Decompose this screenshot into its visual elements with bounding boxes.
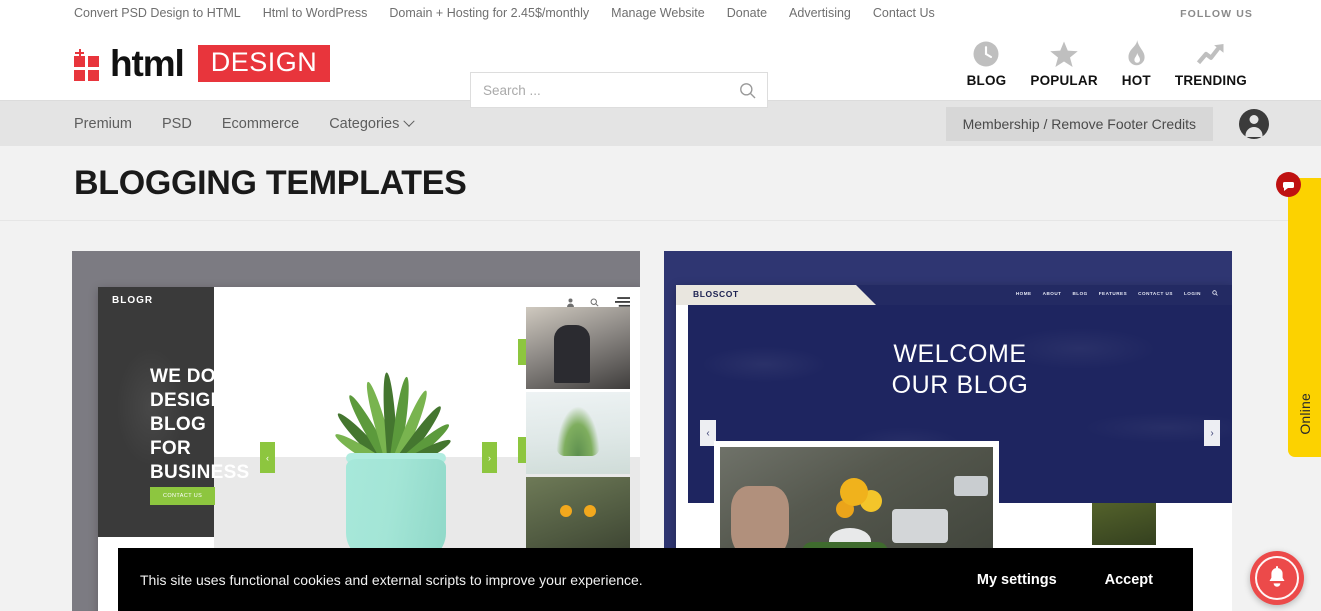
blogr-plant-photo	[322, 305, 470, 567]
top-links-group: Convert PSD Design to HTML Html to WordP…	[74, 0, 935, 27]
header-nav-trending-label: TRENDING	[1174, 73, 1247, 88]
nav-items-group: Premium PSD Ecommerce Categories	[74, 115, 415, 132]
top-link-domain-hosting[interactable]: Domain + Hosting for 2.45$/monthly	[389, 0, 589, 27]
top-link-contact-us[interactable]: Contact Us	[873, 0, 935, 27]
blogr-thumb-aloe-plant	[526, 392, 630, 474]
bloscot-nav-blog: BLOG	[1072, 290, 1088, 296]
bell-icon	[1255, 556, 1299, 600]
bloscot-next-arrow: ›	[1204, 420, 1220, 446]
header-nav-blog[interactable]: BLOG	[967, 39, 1007, 88]
bloscot-hero-line1: WELCOME	[893, 340, 1027, 368]
site-logo[interactable]: html DESIGN	[74, 43, 331, 84]
bloscot-hero-title: WELCOME OUR BLOG	[688, 339, 1232, 401]
logo-text: html	[110, 43, 185, 84]
bloscot-nav-about: ABOUT	[1042, 290, 1062, 296]
nav-item-ecommerce-label: Ecommerce	[221, 115, 300, 132]
top-link-advertising[interactable]: Advertising	[789, 0, 851, 27]
header-nav-hot-label: HOT	[1121, 73, 1151, 88]
blogr-brand-label: BLOGR	[112, 295, 154, 306]
bloscot-nav-features: FEATURES	[1098, 290, 1128, 296]
site-header: html DESIGN BLOG	[0, 27, 1321, 108]
search-box[interactable]	[470, 72, 768, 108]
blogr-hero-title: WE DO DESIGN BLOG FOR BUSINESS	[150, 366, 250, 483]
bloscot-brand-label: BLOSCOT	[693, 289, 739, 299]
nav-right-group: Membership / Remove Footer Credits	[945, 106, 1307, 141]
chevron-down-icon	[403, 115, 415, 127]
top-link-donate[interactable]: Donate	[727, 0, 767, 27]
cookie-actions: My settings Accept	[977, 572, 1153, 588]
membership-button[interactable]: Membership / Remove Footer Credits	[945, 106, 1213, 141]
bloscot-nav-home: HOME	[1015, 290, 1032, 296]
minimize-chat-icon[interactable]	[1276, 172, 1301, 197]
blogr-thumb-woman-chair	[526, 307, 630, 389]
top-link-convert-psd[interactable]: Convert PSD Design to HTML	[74, 0, 241, 27]
notification-bell-button[interactable]	[1250, 551, 1304, 605]
top-link-manage-website[interactable]: Manage Website	[611, 0, 705, 27]
nav-item-categories[interactable]: Categories	[329, 115, 415, 132]
star-icon	[1049, 39, 1079, 69]
search-icon	[739, 82, 755, 98]
bloscot-nav-links: HOME ABOUT BLOG FEATURES CONTACT US LOGI…	[1016, 290, 1218, 296]
chat-online-tab[interactable]: Online	[1288, 178, 1321, 457]
header-nav-hot[interactable]: HOT	[1122, 39, 1151, 88]
flame-icon	[1123, 39, 1149, 69]
bloscot-nav-contact-us: CONTACT US	[1138, 290, 1173, 296]
nav-item-ecommerce[interactable]: Ecommerce	[222, 116, 299, 132]
search-submit-button[interactable]	[727, 73, 767, 107]
blogr-next-arrow: ›	[482, 442, 497, 473]
nav-item-psd-label: PSD	[162, 115, 192, 132]
search-input[interactable]	[471, 73, 727, 107]
blogr-header-icons	[567, 297, 630, 307]
bloscot-nav-login: LOGIN	[1183, 290, 1201, 296]
nav-item-premium-label: Premium	[74, 115, 133, 132]
search-icon	[590, 298, 599, 307]
follow-us-label: FOLLOW US	[1180, 7, 1253, 20]
cookie-my-settings-button[interactable]: My settings	[977, 572, 1057, 588]
blogr-cta-button: CONTACT US	[150, 487, 216, 505]
blogr-thumbnail-column	[526, 307, 630, 562]
user-icon	[567, 298, 574, 307]
header-icon-nav: BLOG POPULAR HOT TRENDING	[967, 39, 1307, 88]
chat-online-label: Online	[1296, 393, 1313, 435]
top-utility-bar: Convert PSD Design to HTML Html to WordP…	[0, 0, 1321, 27]
header-nav-popular[interactable]: POPULAR	[1030, 39, 1098, 88]
user-avatar-icon[interactable]	[1239, 108, 1269, 139]
blogr-prev-arrow: ‹	[260, 442, 275, 473]
clock-icon	[971, 39, 1001, 69]
hamburger-menu-icon	[615, 297, 630, 307]
header-nav-trending[interactable]: TRENDING	[1175, 39, 1247, 88]
search-icon	[1212, 290, 1218, 296]
page-root: Convert PSD Design to HTML Html to WordP…	[0, 0, 1321, 611]
header-nav-blog-label: BLOG	[966, 73, 1007, 88]
cookie-message: This site uses functional cookies and ex…	[140, 571, 643, 588]
header-nav-popular-label: POPULAR	[1030, 73, 1098, 88]
top-link-html-to-wordpress[interactable]: Html to WordPress	[263, 0, 368, 27]
nav-item-psd[interactable]: PSD	[162, 116, 192, 132]
nav-item-categories-label: Categories	[329, 115, 400, 132]
page-title-band: BLOGGING TEMPLATES	[0, 146, 1321, 221]
four-squares-plus-icon	[74, 49, 102, 81]
page-title: BLOGGING TEMPLATES	[74, 163, 467, 202]
bloscot-hero-line2: OUR BLOG	[891, 371, 1029, 399]
blogr-thumb-orange-eyes	[526, 477, 630, 559]
cookie-consent-bar: This site uses functional cookies and ex…	[118, 548, 1193, 611]
nav-item-premium[interactable]: Premium	[74, 116, 132, 132]
trending-up-arrow-icon	[1196, 39, 1226, 69]
logo-badge: DESIGN	[197, 45, 331, 82]
cookie-accept-button[interactable]: Accept	[1105, 572, 1153, 588]
